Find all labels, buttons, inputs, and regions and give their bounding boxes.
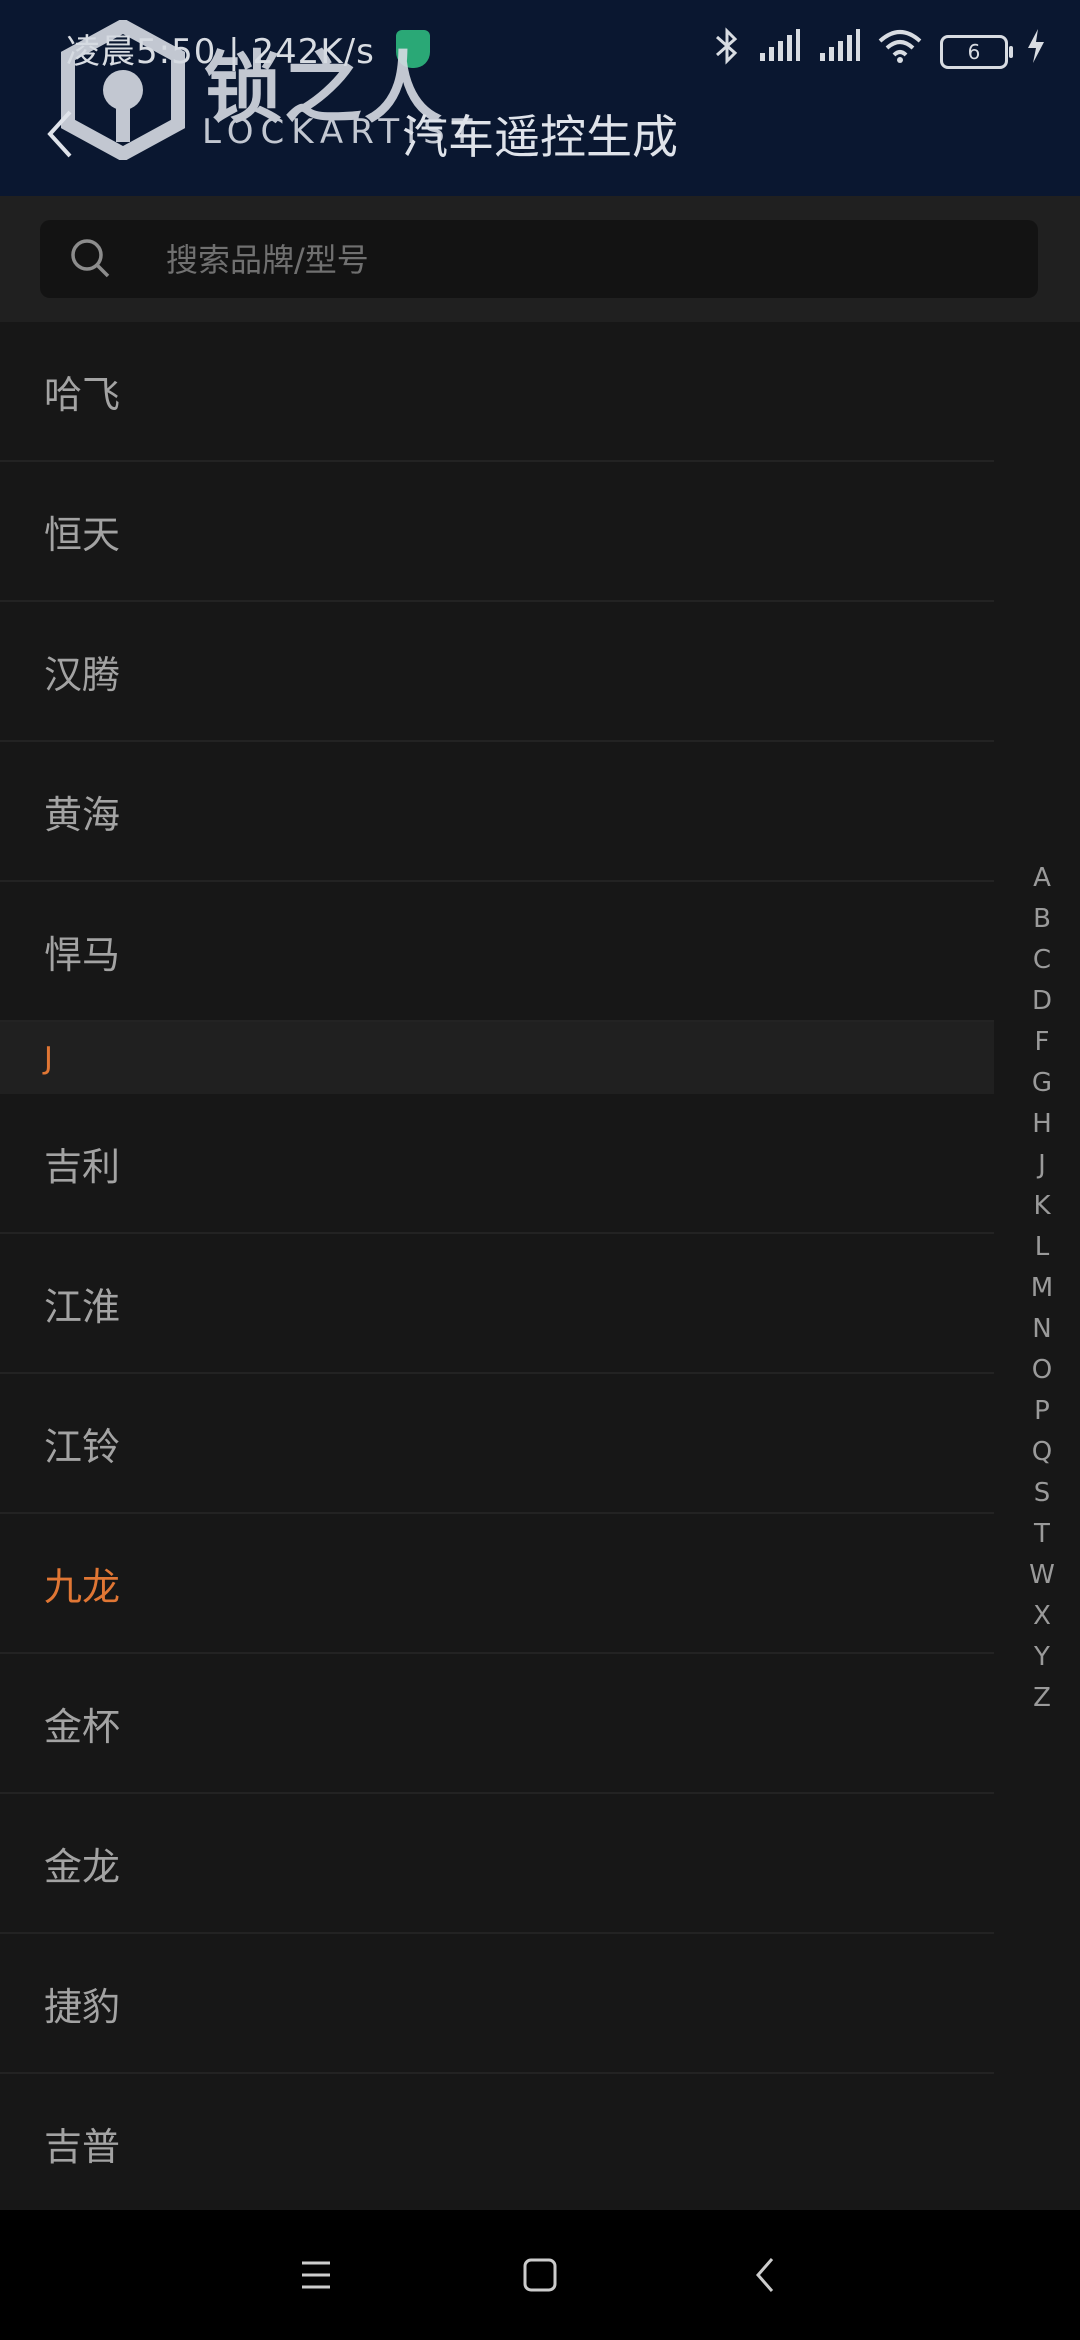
list-item[interactable]: 吉利 [0,1094,994,1234]
list-item[interactable]: 金龙 [0,1794,994,1934]
index-letter[interactable]: H [1032,1104,1052,1145]
index-letter[interactable]: Z [1033,1678,1051,1719]
signal-icon [758,29,800,74]
page-title: 汽车遥控生成 [402,110,678,164]
search-icon [71,239,110,278]
signal-hd-icon [818,29,860,74]
index-letter[interactable]: Y [1034,1637,1050,1678]
status-icons: 6 [714,26,1046,77]
index-letter[interactable]: J [1038,1145,1046,1186]
index-letter[interactable]: W [1029,1555,1055,1596]
index-letter[interactable]: N [1032,1309,1051,1350]
menu-button[interactable] [286,2245,346,2305]
list-item[interactable]: 恒天 [0,462,994,602]
search-bar [0,196,1080,322]
index-letter[interactable]: K [1033,1186,1050,1227]
index-letter[interactable]: T [1034,1514,1050,1555]
index-letter[interactable]: F [1035,1022,1050,1063]
list-item[interactable]: 汉腾 [0,602,994,742]
search-input[interactable] [164,220,1008,300]
index-letter[interactable]: M [1031,1268,1053,1309]
app-header: 凌晨5:50 | 242K/s 6 锁之人 LOCKARTIST 汽车遥控生成 [0,0,1080,196]
home-button[interactable] [510,2245,570,2305]
system-nav-bar [0,2210,1080,2340]
wifi-icon [878,29,922,74]
index-letter[interactable]: S [1034,1473,1051,1514]
list-item-active[interactable]: 九龙 [0,1514,994,1654]
index-letter[interactable]: Q [1032,1432,1052,1473]
charging-icon [1026,29,1046,74]
list-item[interactable]: 黄海 [0,742,994,882]
index-letter[interactable]: B [1033,899,1051,940]
menu-icon [302,2261,330,2289]
battery-indicator: 6 [940,34,1013,69]
nav-back-button[interactable] [736,2245,796,2305]
list-item[interactable]: 悍马 [0,882,994,1022]
search-box[interactable] [40,220,1038,300]
index-letter[interactable]: P [1034,1391,1050,1432]
index-letter[interactable]: A [1033,858,1051,899]
brand-list: 哈飞 恒天 汉腾 黄海 悍马 J 吉利 江淮 江铃 九龙 金杯 金龙 捷豹 吉普 [0,322,994,2214]
list-item[interactable]: 江淮 [0,1234,994,1374]
bluetooth-icon [714,26,740,77]
index-letter[interactable]: G [1032,1063,1052,1104]
list-item[interactable]: 捷豹 [0,1934,994,2074]
list-item[interactable]: 哈飞 [0,322,994,462]
home-icon [523,2258,557,2292]
list-item[interactable]: 吉普 [0,2074,994,2214]
index-letter[interactable]: L [1035,1227,1050,1268]
index-letter[interactable]: O [1032,1350,1052,1391]
list-item[interactable]: 金杯 [0,1654,994,1794]
index-letter[interactable]: C [1033,940,1051,981]
nav-back-icon [756,2258,774,2292]
index-letter[interactable]: D [1032,981,1052,1022]
list-item[interactable]: 江铃 [0,1374,994,1514]
index-letter[interactable]: X [1033,1596,1051,1637]
alphabet-index[interactable]: ABCDFGHJKLMNOPQSTWXYZ [1022,858,1062,1719]
section-header-j: J [0,1022,994,1094]
